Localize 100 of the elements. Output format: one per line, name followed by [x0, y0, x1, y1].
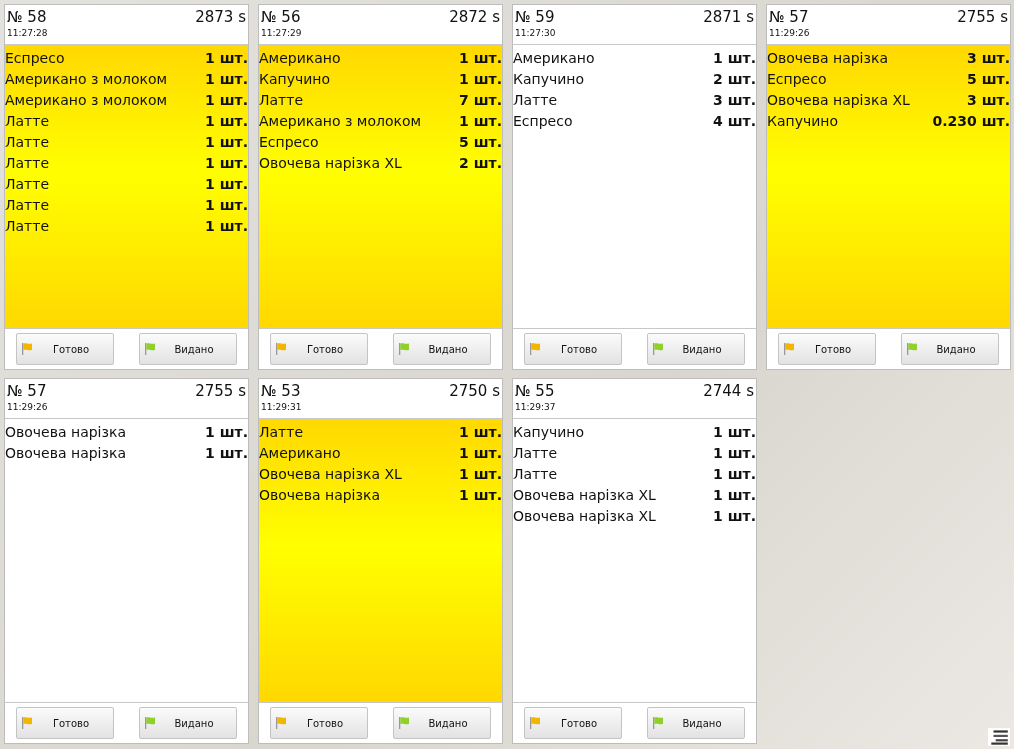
- ready-button[interactable]: Готово: [524, 707, 622, 739]
- item-quantity: 1 шт.: [459, 423, 502, 440]
- item-name: Капучино: [259, 70, 331, 87]
- item-name: Американо з молоком: [259, 112, 422, 129]
- issued-button[interactable]: Видано: [393, 333, 491, 365]
- item-quantity: 1 шт.: [713, 423, 756, 440]
- order-number: № 59: [515, 8, 555, 26]
- order-number: № 58: [7, 8, 47, 26]
- order-time: 11:29:26: [7, 402, 48, 412]
- item-name: Овочева нарізка XL: [513, 486, 656, 503]
- item-name: Американо: [513, 49, 595, 66]
- item-quantity: 1 шт.: [205, 175, 248, 192]
- flag-icon: [144, 716, 156, 730]
- order-time: 11:27:29: [261, 28, 302, 38]
- list-icon[interactable]: [988, 728, 1010, 746]
- elapsed-time: 2750 s: [449, 382, 500, 400]
- item-name: Американо з молоком: [5, 70, 168, 87]
- item-name: Латте: [5, 196, 50, 213]
- item-name: Американо: [259, 49, 341, 66]
- issued-button[interactable]: Видано: [393, 707, 491, 739]
- item-quantity: 5 шт.: [459, 133, 502, 150]
- item-name: Капучино: [767, 112, 839, 129]
- order-number: № 57: [7, 382, 47, 400]
- item-name: Латте: [5, 175, 50, 192]
- item-name: Еспресо: [767, 70, 827, 87]
- item-name: Овочева нарізка: [5, 444, 126, 461]
- item-quantity: 1 шт.: [459, 112, 502, 129]
- item-name: Еспресо: [259, 133, 319, 150]
- item-name: Американо: [259, 444, 341, 461]
- item-name: Латте: [513, 465, 558, 482]
- elapsed-time: 2872 s: [449, 8, 500, 26]
- item-quantity: 2 шт.: [713, 70, 756, 87]
- ready-button[interactable]: Готово: [778, 333, 876, 365]
- item-name: Латте: [5, 112, 50, 129]
- issued-button[interactable]: Видано: [901, 333, 999, 365]
- order-time: 11:29:31: [261, 402, 302, 412]
- issued-button[interactable]: Видано: [647, 333, 745, 365]
- order-number: № 56: [261, 8, 301, 26]
- issued-button[interactable]: Видано: [647, 707, 745, 739]
- elapsed-time: 2871 s: [703, 8, 754, 26]
- item-name: Овочева нарізка XL: [259, 465, 402, 482]
- flag-icon: [144, 342, 156, 356]
- item-name: Еспресо: [5, 49, 65, 66]
- item-quantity: 1 шт.: [713, 49, 756, 66]
- item-quantity: 4 шт.: [713, 112, 756, 129]
- item-name: Латте: [5, 154, 50, 171]
- flag-icon: [906, 342, 918, 356]
- ready-button[interactable]: Готово: [270, 707, 368, 739]
- flag-icon: [529, 716, 541, 730]
- item-name: Латте: [513, 91, 558, 108]
- item-quantity: 1 шт.: [459, 444, 502, 461]
- order-time: 11:29:26: [769, 28, 810, 38]
- ready-button[interactable]: Готово: [16, 707, 114, 739]
- flag-icon: [398, 342, 410, 356]
- item-name: Овочева нарізка: [259, 486, 380, 503]
- item-quantity: 1 шт.: [713, 465, 756, 482]
- flag-icon: [21, 716, 33, 730]
- order-time: 11:29:37: [515, 402, 556, 412]
- elapsed-time: 2755 s: [195, 382, 246, 400]
- order-time: 11:27:30: [515, 28, 556, 38]
- item-quantity: 5 шт.: [967, 70, 1010, 87]
- item-quantity: 1 шт.: [205, 112, 248, 129]
- item-quantity: 1 шт.: [459, 49, 502, 66]
- item-quantity: 1 шт.: [713, 507, 756, 524]
- item-quantity: 2 шт.: [459, 154, 502, 171]
- item-quantity: 1 шт.: [713, 444, 756, 461]
- item-name: Капучино: [513, 423, 585, 440]
- flag-icon: [652, 342, 664, 356]
- item-quantity: 1 шт.: [459, 486, 502, 503]
- item-name: Овочева нарізка XL: [767, 91, 910, 108]
- elapsed-time: 2873 s: [195, 8, 246, 26]
- flag-icon: [783, 342, 795, 356]
- elapsed-time: 2744 s: [703, 382, 754, 400]
- item-name: Овочева нарізка: [5, 423, 126, 440]
- issued-button[interactable]: Видано: [139, 707, 237, 739]
- flag-icon: [21, 342, 33, 356]
- item-quantity: 3 шт.: [967, 91, 1010, 108]
- item-name: Овочева нарізка XL: [259, 154, 402, 171]
- ready-button[interactable]: Готово: [16, 333, 114, 365]
- item-quantity: 1 шт.: [205, 49, 248, 66]
- ready-button[interactable]: Готово: [270, 333, 368, 365]
- flag-icon: [275, 716, 287, 730]
- issued-button[interactable]: Видано: [139, 333, 237, 365]
- item-quantity: 1 шт.: [459, 465, 502, 482]
- item-name: Капучино: [513, 70, 585, 87]
- flag-icon: [275, 342, 287, 356]
- item-quantity: 7 шт.: [459, 91, 502, 108]
- item-quantity: 1 шт.: [205, 196, 248, 213]
- ready-button[interactable]: Готово: [524, 333, 622, 365]
- order-number: № 57: [769, 8, 809, 26]
- item-quantity: 1 шт.: [205, 423, 248, 440]
- item-name: Овочева нарізка: [767, 49, 888, 66]
- item-quantity: 3 шт.: [967, 49, 1010, 66]
- item-quantity: 3 шт.: [713, 91, 756, 108]
- flag-icon: [652, 716, 664, 730]
- item-quantity: 1 шт.: [459, 70, 502, 87]
- item-name: Еспресо: [513, 112, 573, 129]
- item-quantity: 0.230 шт.: [932, 112, 1010, 129]
- item-name: Латте: [259, 423, 304, 440]
- elapsed-time: 2755 s: [957, 8, 1008, 26]
